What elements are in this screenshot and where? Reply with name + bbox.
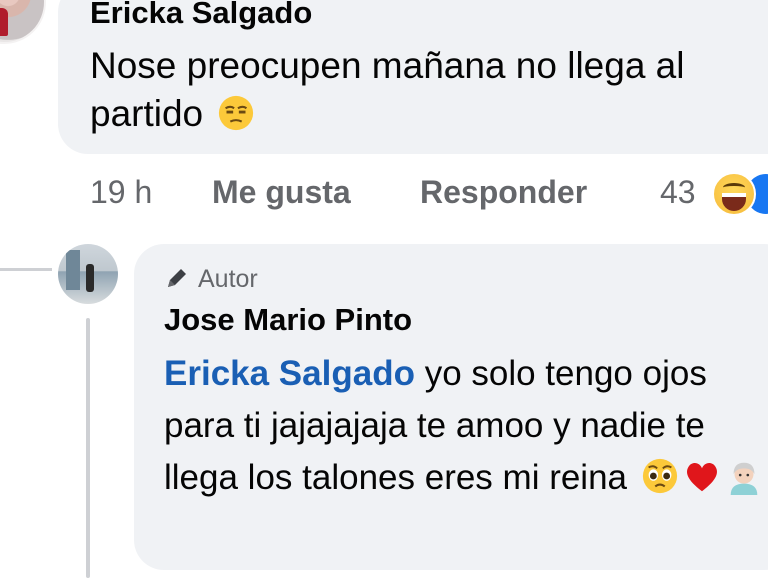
comment-author-name[interactable]: Ericka Salgado (90, 0, 312, 30)
pencil-icon (164, 265, 190, 291)
reply-author-name[interactable]: Jose Mario Pinto (164, 302, 412, 338)
mention-link[interactable]: Ericka Salgado (164, 354, 415, 393)
reaction-count[interactable]: 43 (660, 170, 696, 214)
like-button[interactable]: Me gusta (212, 170, 351, 214)
person-emoji-icon (725, 457, 763, 495)
red-heart-icon (683, 457, 721, 495)
commenter-avatar[interactable] (0, 0, 46, 44)
thread-connector-line (0, 268, 52, 271)
author-badge: Autor (164, 264, 258, 294)
pleading-face-icon (641, 457, 679, 495)
author-badge-label: Autor (198, 265, 258, 293)
unamused-face-icon (217, 94, 255, 132)
comment-text-body: Nose preocupen mañana no llega al partid… (90, 45, 685, 134)
comment-timestamp[interactable]: 19 h (90, 170, 152, 214)
thread-vertical-line (86, 318, 90, 578)
reply-button[interactable]: Responder (420, 170, 587, 214)
reply-author-avatar[interactable] (58, 244, 118, 304)
reply-text: Ericka Salgado yo solo tengo ojos para t… (164, 348, 764, 504)
comment-text: Nose preocupen mañana no llega al partid… (90, 42, 750, 138)
grinning-sweat-emoji-icon[interactable] (712, 172, 756, 216)
